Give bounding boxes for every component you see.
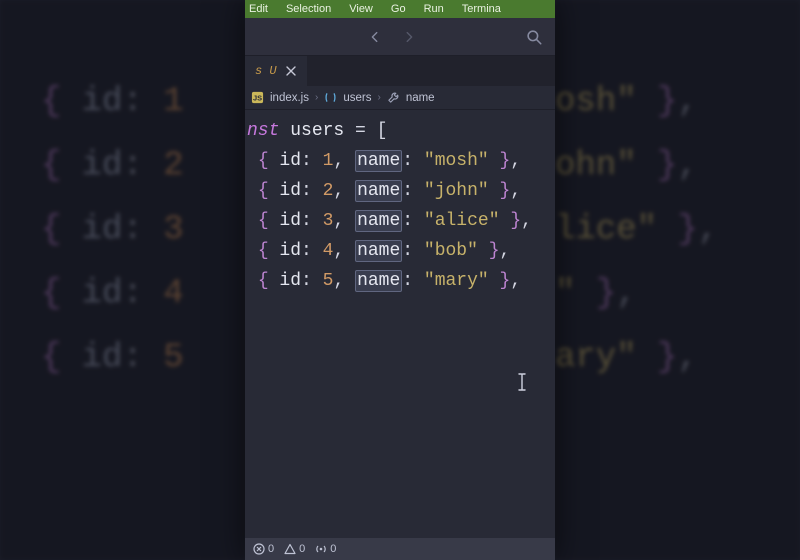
code-line: { id: 4, name: "bob" }, [245, 236, 555, 266]
breadcrumb-file[interactable]: index.js [270, 92, 309, 104]
breadcrumb-property[interactable]: name [406, 92, 435, 104]
arrow-left-icon [368, 30, 382, 44]
menu-item-edit[interactable]: Edit [249, 3, 268, 15]
svg-text:JS: JS [253, 93, 262, 102]
status-errors[interactable]: 0 [253, 543, 274, 555]
error-circle-icon [253, 543, 265, 555]
code-line: { id: 5, name: "mary" }, [245, 266, 555, 296]
code-line: nst users = [ [245, 116, 555, 146]
background-echo-left: { id: 1 { id: 2 { id: 3 { id: 4 { id: 5 [0, 0, 245, 560]
tab-active[interactable]: s U [245, 56, 307, 86]
tab-label: s U [255, 64, 277, 78]
code-line: { id: 1, name: "mosh" }, [245, 146, 555, 176]
menu-bar: Edit Selection View Go Run Termina [245, 0, 555, 18]
nav-back-button[interactable] [365, 27, 385, 47]
breadcrumb-symbol[interactable]: users [343, 92, 371, 104]
code-line: { id: 2, name: "john" }, [245, 176, 555, 206]
tab-bar: s U [245, 56, 555, 86]
status-info-count: 0 [330, 543, 336, 555]
wrench-icon [387, 91, 400, 104]
variable-icon [324, 91, 337, 104]
multi-cursor-selection: name [355, 180, 402, 202]
multi-cursor-selection: name [355, 270, 402, 292]
multi-cursor-selection: name [355, 210, 402, 232]
text-cursor-icon [515, 372, 529, 390]
warning-triangle-icon [284, 543, 296, 555]
code-line: { id: 3, name: "alice" }, [245, 206, 555, 236]
menu-item-selection[interactable]: Selection [286, 3, 331, 15]
multi-cursor-selection: name [355, 150, 402, 172]
menu-item-run[interactable]: Run [424, 3, 444, 15]
status-warnings-count: 0 [299, 543, 305, 555]
close-icon [285, 65, 297, 77]
status-bar: 0 0 0 [245, 538, 555, 560]
chevron-right-icon: › [377, 92, 380, 103]
chevron-right-icon: › [315, 92, 318, 103]
status-info[interactable]: 0 [315, 543, 336, 555]
nav-forward-button[interactable] [399, 27, 419, 47]
background-echo-right: osh" }, ohn" }, lice" }, " }, ary" }, [555, 0, 800, 560]
arrow-right-icon [402, 30, 416, 44]
status-errors-count: 0 [268, 543, 274, 555]
search-icon [525, 28, 543, 46]
stage: { id: 1 { id: 2 { id: 3 { id: 4 { id: 5 … [0, 0, 800, 560]
title-nav-row [245, 18, 555, 56]
menu-item-view[interactable]: View [349, 3, 373, 15]
js-file-icon: JS [251, 91, 264, 104]
editor-code-area[interactable]: nst users = [ { id: 1, name: "mosh" }, {… [245, 110, 555, 538]
command-center[interactable] [525, 28, 543, 46]
tab-close-button[interactable] [285, 65, 297, 77]
breadcrumb: JS index.js › users › name [245, 86, 555, 110]
radio-tower-icon [315, 543, 327, 555]
menu-item-terminal[interactable]: Termina [462, 3, 501, 15]
editor-window: Edit Selection View Go Run Termina s U [245, 0, 555, 560]
status-warnings[interactable]: 0 [284, 543, 305, 555]
menu-item-go[interactable]: Go [391, 3, 406, 15]
multi-cursor-selection: name [355, 240, 402, 262]
